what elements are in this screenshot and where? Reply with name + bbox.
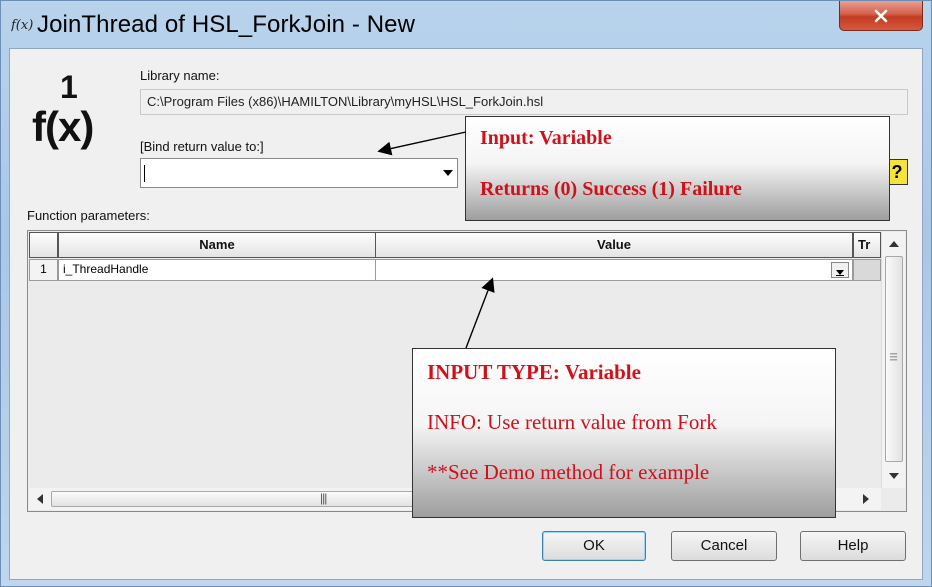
svg-text:f(x): f(x) xyxy=(11,18,33,33)
text-cursor xyxy=(144,165,145,182)
grid-corner-header xyxy=(29,232,58,258)
column-header-value[interactable]: Value xyxy=(375,232,853,258)
close-button[interactable] xyxy=(839,1,923,31)
bind-return-combobox[interactable] xyxy=(140,158,458,188)
help-button[interactable]: Help xyxy=(800,531,906,561)
bind-return-label: [Bind return value to:] xyxy=(140,139,264,154)
annotation-return-value: Input: Variable Returns (0) Success (1) … xyxy=(465,116,890,221)
annotation-line: **See Demo method for example xyxy=(427,460,710,484)
grip-icon: ─ ─ ─ xyxy=(890,349,898,366)
vertical-scrollbar[interactable]: ─ ─ ─ xyxy=(881,232,905,488)
value-dropdown-button[interactable] xyxy=(831,262,849,278)
grip-icon: ||| xyxy=(320,491,327,505)
function-logo-number: 1 xyxy=(60,69,78,105)
ok-button[interactable]: OK xyxy=(542,531,646,561)
window-title: JoinThread of HSL_ForkJoin - New xyxy=(37,11,416,38)
close-icon xyxy=(874,9,888,22)
library-name-label: Library name: xyxy=(140,68,220,83)
chevron-down-icon[interactable] xyxy=(443,170,453,176)
function-parameters-label: Function parameters: xyxy=(27,208,150,223)
scroll-down-icon[interactable] xyxy=(889,473,899,479)
cancel-button[interactable]: Cancel xyxy=(671,531,777,561)
column-header-name[interactable]: Name xyxy=(58,232,376,258)
parameter-name-cell: i_ThreadHandle xyxy=(58,259,376,281)
annotation-line: Input: Variable xyxy=(480,127,612,149)
function-icon: f(x) xyxy=(11,18,33,33)
annotation-line: Returns (0) Success (1) Failure xyxy=(480,178,742,200)
parameter-tr-cell xyxy=(853,259,881,281)
vertical-scroll-thumb[interactable]: ─ ─ ─ xyxy=(885,256,903,462)
scroll-up-icon[interactable] xyxy=(889,241,899,247)
parameter-value-cell[interactable] xyxy=(375,259,853,281)
title-bar: f(x) JoinThread of HSL_ForkJoin - New xyxy=(1,1,932,47)
annotation-line: INPUT TYPE: Variable xyxy=(427,360,641,384)
scroll-left-icon[interactable] xyxy=(37,494,43,504)
annotation-line: INFO: Use return value from Fork xyxy=(427,410,717,434)
library-name-field: C:\Program Files (x86)\HAMILTON\Library\… xyxy=(140,89,908,115)
function-logo-fx: f(x) xyxy=(32,103,94,150)
function-logo: 1 f(x) xyxy=(32,67,112,157)
scroll-right-icon[interactable] xyxy=(863,494,869,504)
annotation-parameter-info: INPUT TYPE: Variable INFO: Use return va… xyxy=(412,348,836,518)
column-header-tr[interactable]: Tr xyxy=(853,232,881,258)
row-number: 1 xyxy=(29,259,58,281)
